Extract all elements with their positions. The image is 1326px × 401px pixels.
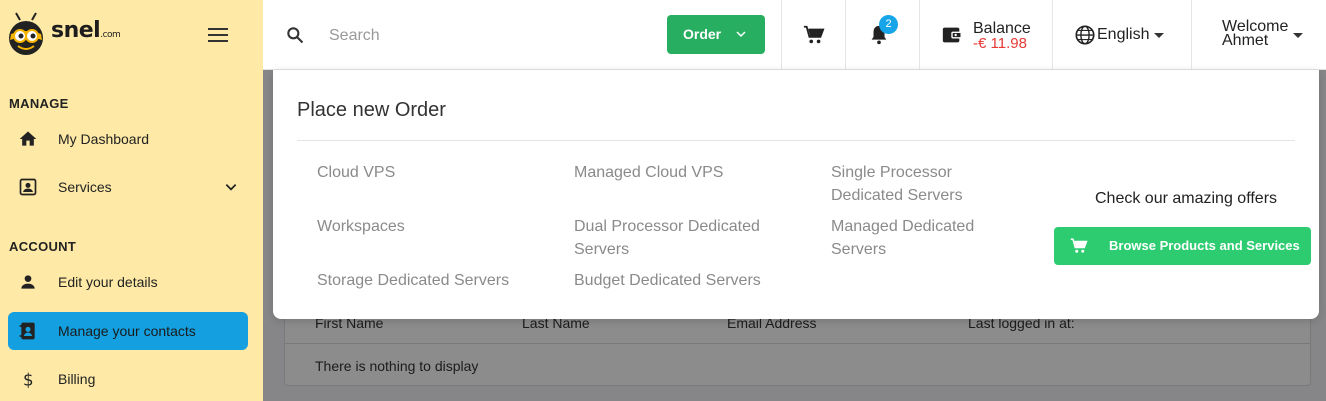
sidebar-item-label: Manage your contacts (58, 323, 196, 339)
user-name: Ahmet (1222, 32, 1269, 49)
language-selector[interactable]: English (1097, 26, 1149, 44)
sidebar-item-billing[interactable]: $ Billing (8, 360, 248, 398)
wallet-icon (942, 27, 962, 43)
home-icon (19, 131, 37, 146)
sidebar-item-label: Edit your details (58, 274, 158, 290)
sidebar: snel.com MANAGE My Dashboard Services AC… (0, 0, 263, 401)
section-label-manage: MANAGE (9, 96, 69, 111)
caret-down-icon[interactable] (1154, 33, 1164, 38)
search-input[interactable] (327, 22, 611, 50)
snel-logo[interactable]: snel.com (6, 12, 126, 58)
product-link-budget-dedicated[interactable]: Budget Dedicated Servers (574, 269, 804, 292)
sidebar-item-services[interactable]: Services (8, 168, 248, 206)
product-link-storage-dedicated[interactable]: Storage Dedicated Servers (317, 269, 547, 292)
cart-icon (1070, 238, 1088, 253)
contact-card-icon (19, 178, 37, 196)
dollar-icon: $ (23, 371, 34, 389)
sidebar-item-label: Billing (58, 371, 96, 387)
sidebar-item-label: My Dashboard (58, 131, 150, 147)
divider (781, 0, 782, 69)
cart-icon[interactable] (803, 24, 825, 46)
order-dropdown-panel: Place new Order Cloud VPS Managed Cloud … (273, 70, 1319, 319)
search-icon (287, 27, 304, 44)
caret-down-icon[interactable] (1293, 33, 1303, 38)
product-link-workspaces[interactable]: Workspaces (317, 215, 517, 238)
globe-icon (1075, 25, 1095, 45)
section-label-account: ACCOUNT (9, 239, 77, 254)
sidebar-item-label: Services (58, 179, 112, 195)
brand-name: snel.com (51, 18, 121, 43)
bee-mascot-icon (9, 12, 43, 55)
contacts-book-icon (19, 322, 35, 340)
notification-badge: 2 (879, 15, 898, 34)
chevron-down-icon[interactable] (224, 180, 238, 194)
product-link-dual-processor[interactable]: Dual Processor Dedicated Servers (574, 215, 769, 261)
product-link-cloud-vps[interactable]: Cloud VPS (317, 161, 517, 184)
browse-products-button[interactable]: Browse Products and Services (1054, 227, 1311, 265)
chevron-down-icon (736, 31, 746, 38)
divider (1191, 0, 1192, 69)
sidebar-item-dashboard[interactable]: My Dashboard (8, 120, 248, 158)
panel-title: Place new Order (297, 99, 446, 121)
product-link-managed-cloud-vps[interactable]: Managed Cloud VPS (574, 161, 774, 184)
divider (919, 0, 920, 69)
offers-text: Check our amazing offers (1095, 190, 1278, 207)
user-menu[interactable]: Welcome Ahmet (1222, 19, 1288, 49)
product-link-single-processor[interactable]: Single Processor Dedicated Servers (831, 161, 1006, 207)
balance-value: -€ 11.98 (973, 35, 1027, 52)
sidebar-item-contacts[interactable]: Manage your contacts (8, 312, 248, 350)
top-bar: Order 2 Balance -€ 11.98 English Welcome… (263, 0, 1326, 70)
product-link-managed-dedicated[interactable]: Managed Dedicated Servers (831, 215, 991, 261)
menu-toggle-icon[interactable] (208, 27, 230, 43)
order-button[interactable]: Order (667, 15, 765, 54)
divider (297, 140, 1295, 141)
person-icon (21, 275, 35, 289)
svg-text:$: $ (23, 371, 34, 389)
sidebar-item-edit-details[interactable]: Edit your details (8, 263, 248, 301)
divider (1052, 0, 1053, 69)
divider (845, 0, 846, 69)
